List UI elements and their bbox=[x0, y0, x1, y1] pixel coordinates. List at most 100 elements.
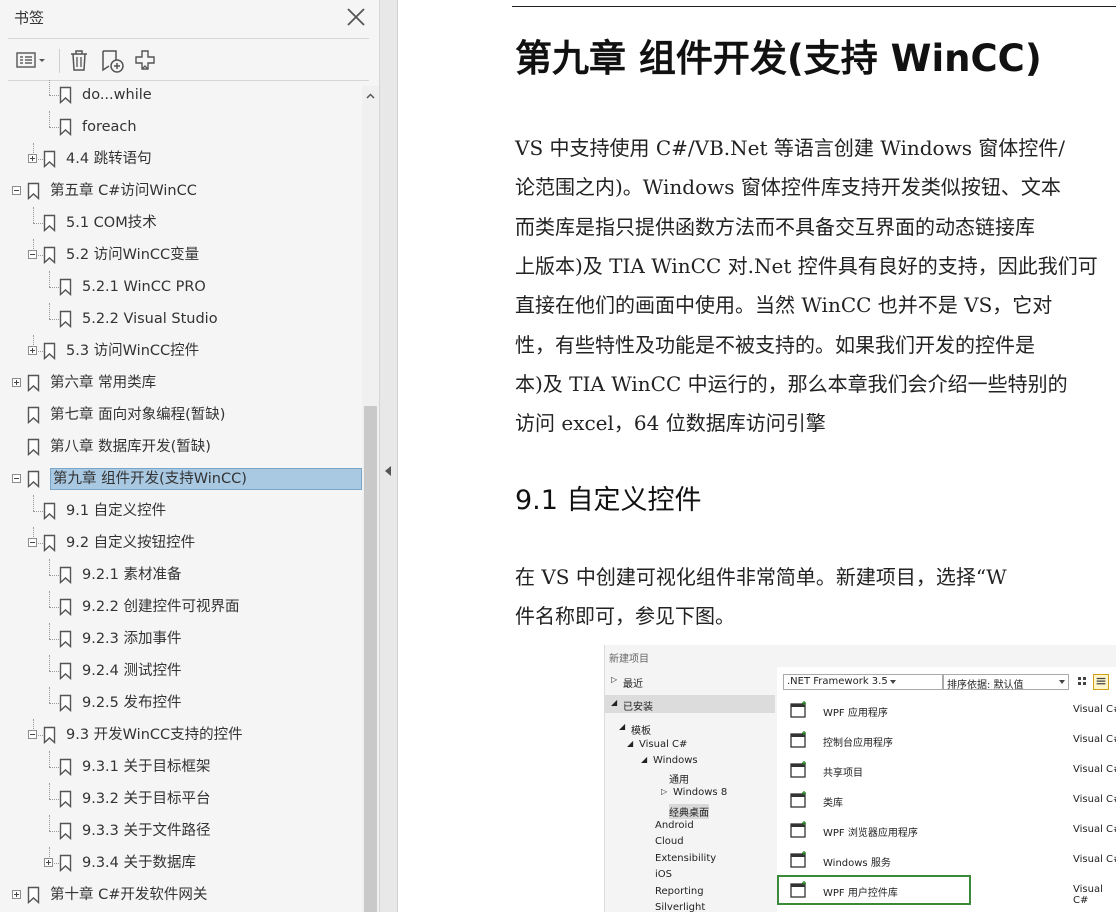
bookmark-icon bbox=[59, 822, 72, 841]
vertical-scrollbar[interactable] bbox=[362, 86, 379, 912]
template-list-pane: .NET Framework 3.5 排序依据: 默认值 WPF 应用程序 Vis… bbox=[777, 667, 1116, 912]
panel-splitter[interactable] bbox=[380, 0, 398, 912]
template-tree-node: Windows 8 bbox=[673, 787, 728, 798]
collapse-panel-icon[interactable] bbox=[385, 466, 391, 476]
project-template-icon bbox=[789, 880, 809, 900]
paragraph-line: 而类库是指只提供函数方法而不具备交互界面的动态链接库 bbox=[515, 215, 1035, 239]
bookmark-item[interactable]: 9.3.1 关于目标框架 bbox=[0, 751, 362, 783]
bookmark-item[interactable]: 5.2.2 Visual Studio bbox=[0, 303, 362, 335]
template-name: WPF 应用程序 bbox=[823, 708, 888, 719]
tree-guide bbox=[49, 687, 50, 703]
template-item: WPF 用户控件库 Visual C# bbox=[777, 875, 1103, 906]
template-tree-node: 模板 bbox=[631, 726, 651, 737]
tree-guide bbox=[49, 303, 50, 319]
project-template-icon bbox=[789, 790, 809, 810]
delete-icon[interactable] bbox=[64, 44, 94, 76]
collapse-icon[interactable] bbox=[12, 186, 21, 195]
template-tree-node: Visual C# bbox=[639, 739, 688, 750]
bookmark-item[interactable]: 第八章 数据库开发(暂缺) bbox=[0, 431, 362, 463]
template-item: WPF 浏览器应用程序 Visual C# bbox=[777, 815, 1116, 845]
expand-icon[interactable] bbox=[44, 858, 53, 867]
template-language: Visual C# bbox=[1073, 854, 1116, 865]
bookmark-item[interactable]: 5.2 访问WinCC变量 bbox=[0, 239, 362, 271]
tree-guide bbox=[49, 607, 59, 608]
project-template-icon bbox=[789, 760, 809, 780]
bookmark-item[interactable]: 第六章 常用类库 bbox=[0, 367, 362, 399]
expand-icon[interactable] bbox=[12, 378, 21, 387]
bookmark-icon bbox=[27, 886, 40, 905]
bookmark-item[interactable]: 9.3.3 关于文件路径 bbox=[0, 815, 362, 847]
bookmark-label: 9.2.1 素材准备 bbox=[82, 567, 182, 583]
chapter-title: 第九章 组件开发(支持 WinCC) bbox=[515, 37, 1042, 80]
bookmark-item[interactable]: 5.3 访问WinCC控件 bbox=[0, 335, 362, 367]
bookmark-item[interactable]: 5.2.1 WinCC PRO bbox=[0, 271, 362, 303]
tree-guide bbox=[49, 559, 50, 575]
paragraph-line: 性，有些特性及功能是不被支持的。如果我们开发的控件是 bbox=[515, 333, 1035, 357]
bookmark-tree: do...while foreach 4.4 跳转语句 第五章 C#访问WinCC 5.… bbox=[0, 80, 362, 912]
expand-icon[interactable] bbox=[28, 154, 37, 163]
bookmark-icon bbox=[43, 342, 56, 361]
tree-guide bbox=[49, 783, 50, 799]
bookmark-icon bbox=[59, 566, 72, 585]
bookmark-item[interactable]: 9.2.2 创建控件可视界面 bbox=[0, 591, 362, 623]
bookmark-item[interactable]: 第九章 组件开发(支持WinCC) bbox=[0, 463, 362, 495]
collapse-icon[interactable] bbox=[12, 474, 21, 483]
options-menu-icon[interactable] bbox=[14, 44, 48, 76]
new-bookmark-icon[interactable] bbox=[98, 44, 128, 76]
bookmark-label: 5.2 访问WinCC变量 bbox=[66, 247, 200, 263]
dropdown-arrow-icon bbox=[890, 680, 896, 684]
bookmark-item[interactable]: 9.1 自定义控件 bbox=[0, 495, 362, 527]
template-name: WPF 浏览器应用程序 bbox=[823, 828, 918, 839]
bookmark-item[interactable]: 9.2.3 添加事件 bbox=[0, 623, 362, 655]
new-project-figure: 新建项目 ▷ 最近 ◢ 已安装 ◢ 模板 ◢ Visual C# ◢ Windows 通用 ▷ Wind… bbox=[604, 645, 1116, 912]
scroll-up-icon[interactable] bbox=[364, 90, 377, 103]
bookmark-item[interactable]: 4.4 跳转语句 bbox=[0, 143, 362, 175]
expand-icon[interactable] bbox=[28, 346, 37, 355]
bookmark-label: foreach bbox=[82, 119, 137, 135]
bookmark-item[interactable]: do...while bbox=[0, 80, 362, 111]
scrollbar-thumb[interactable] bbox=[364, 406, 377, 912]
bookmark-item[interactable]: 5.1 COM技术 bbox=[0, 207, 362, 239]
bookmark-icon bbox=[59, 662, 72, 681]
collapse-icon[interactable] bbox=[28, 538, 37, 547]
bookmark-item[interactable]: 9.3.2 关于目标平台 bbox=[0, 783, 362, 815]
bookmark-item[interactable]: 9.3 开发WinCC支持的控件 bbox=[0, 719, 362, 751]
tree-guide bbox=[49, 751, 50, 767]
bookmark-item[interactable]: foreach bbox=[0, 111, 362, 143]
paragraph-line: 直接在他们的画面中使用。当然 WinCC 也并不是 VS，它对 bbox=[515, 293, 1053, 317]
template-language: Visual C# bbox=[1073, 704, 1116, 715]
collapse-icon[interactable] bbox=[28, 730, 37, 739]
bookmark-item[interactable]: 第七章 面向对象编程(暂缺) bbox=[0, 399, 362, 431]
project-template-icon bbox=[789, 700, 809, 720]
close-icon[interactable] bbox=[344, 5, 368, 29]
bookmark-label: 9.2.5 发布控件 bbox=[82, 695, 182, 711]
bookmark-label: 9.2.2 创建控件可视界面 bbox=[82, 599, 240, 615]
bookmark-label: 9.2 自定义按钮控件 bbox=[66, 535, 196, 551]
bookmark-item[interactable]: 9.3.4 关于数据库 bbox=[0, 847, 362, 879]
template-tree-node: iOS bbox=[655, 869, 672, 880]
bookmark-label: 第七章 面向对象编程(暂缺) bbox=[50, 407, 226, 423]
template-tree-node: 已安装 bbox=[623, 702, 653, 713]
collapse-icon[interactable] bbox=[28, 250, 37, 259]
dialog-title: 新建项目 bbox=[609, 654, 649, 665]
bookmark-item[interactable]: 9.2.4 测试控件 bbox=[0, 655, 362, 687]
template-tree-node: 最近 bbox=[623, 679, 643, 690]
template-tree-node: Windows bbox=[653, 755, 698, 766]
panel-title: 书签 bbox=[14, 9, 45, 27]
expand-bookmark-icon[interactable] bbox=[130, 44, 160, 76]
bookmark-icon bbox=[27, 182, 40, 201]
bookmark-label: 9.3.1 关于目标框架 bbox=[82, 759, 211, 775]
bookmark-label: 9.3.3 关于文件路径 bbox=[82, 823, 211, 839]
template-item: 类库 Visual C# bbox=[777, 785, 1116, 815]
bookmark-item[interactable]: 9.2.5 发布控件 bbox=[0, 687, 362, 719]
paragraph-line: 件名称即可，参见下图。 bbox=[515, 604, 735, 628]
bookmark-item[interactable]: 第十章 C#开发软件网关 bbox=[0, 879, 362, 911]
bookmark-item[interactable]: 9.2.1 素材准备 bbox=[0, 559, 362, 591]
framework-select: .NET Framework 3.5 bbox=[783, 674, 943, 690]
bookmark-icon bbox=[59, 630, 72, 649]
bookmark-item[interactable]: 第五章 C#访问WinCC bbox=[0, 175, 362, 207]
bookmark-item[interactable]: 9.2 自定义按钮控件 bbox=[0, 527, 362, 559]
expand-icon[interactable] bbox=[12, 890, 21, 899]
bookmark-label: 第九章 组件开发(支持WinCC) bbox=[50, 468, 362, 490]
bookmark-icon bbox=[43, 246, 56, 265]
